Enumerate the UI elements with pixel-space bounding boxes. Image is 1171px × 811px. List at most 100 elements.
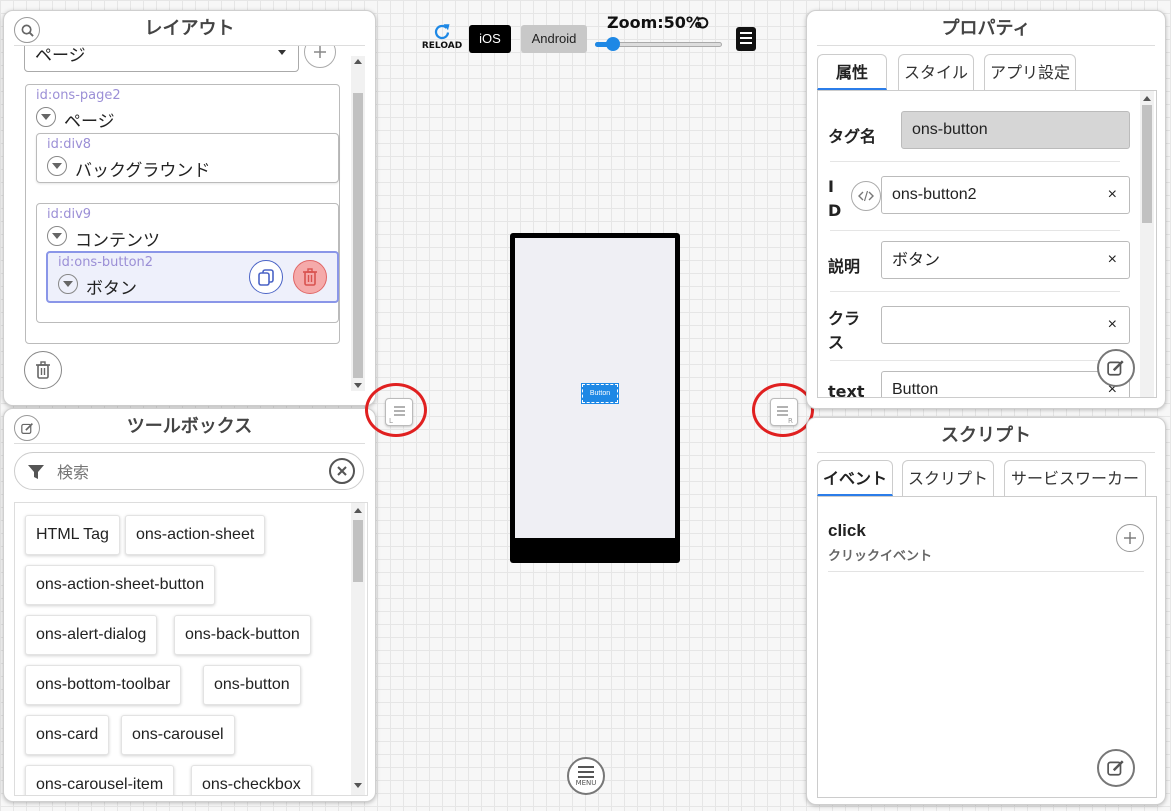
collapse-toggle-icon[interactable] (47, 226, 67, 246)
collapse-toggle-icon[interactable] (47, 156, 67, 176)
toolbox-item[interactable]: ons-card (25, 715, 110, 755)
menu-button[interactable]: MENU (567, 757, 605, 795)
collapse-toggle-icon[interactable] (58, 274, 78, 294)
toolbox-item[interactable]: ons-action-sheet-button (25, 565, 216, 605)
code-button[interactable] (851, 181, 881, 211)
description-field[interactable]: ボタン × (881, 241, 1130, 279)
clear-class-button[interactable]: × (1108, 307, 1117, 343)
toolbox-item[interactable]: ons-bottom-toolbar (25, 665, 182, 705)
chevron-down-icon (278, 50, 286, 55)
tab-attributes[interactable]: 属性 (817, 54, 887, 90)
scroll-thumb[interactable] (1142, 105, 1152, 223)
toolbox-item[interactable]: ons-checkbox (191, 765, 312, 795)
list-right-icon: R (777, 406, 793, 425)
tab-app-settings[interactable]: アプリ設定 (984, 54, 1076, 90)
tab-service-worker[interactable]: サービスワーカー (1004, 460, 1146, 496)
class-label-1: クラ (828, 309, 861, 328)
right-panel-toggle[interactable]: R (770, 398, 798, 426)
layout-scrollbar[interactable] (351, 56, 365, 391)
reload-icon (434, 24, 450, 40)
scroll-up-arrow-icon[interactable] (354, 508, 362, 513)
scroll-up-arrow-icon[interactable] (1143, 96, 1151, 101)
event-description: クリックイベント (828, 549, 933, 564)
toolbox-list: HTML Tag ons-action-sheet ons-action-she… (14, 502, 368, 796)
tree-node-background[interactable]: id:div8 バックグラウンド (36, 133, 339, 183)
reload-label: RELOAD (421, 41, 463, 51)
trash-icon (303, 268, 317, 286)
toolbox-item[interactable]: ons-carousel-item (25, 765, 175, 795)
duplicate-button[interactable] (249, 260, 283, 294)
text-field[interactable]: Button × (881, 371, 1130, 397)
tab-events[interactable]: イベント (817, 460, 893, 496)
layout-panel-title: レイアウト (144, 18, 235, 39)
toolbox-item[interactable]: ons-action-sheet (125, 515, 266, 555)
filter-icon (28, 465, 44, 479)
event-item: click クリックイベント (818, 497, 1144, 572)
tree-node-page[interactable]: id:ons-page2 ページ id:div8 バックグラウンド id:div… (25, 84, 340, 344)
scroll-up-arrow-icon[interactable] (354, 59, 362, 64)
toolbox-item[interactable]: HTML Tag (25, 515, 120, 555)
scroll-down-arrow-icon[interactable] (354, 383, 362, 388)
plus-icon (314, 46, 326, 58)
properties-body: タグ名 ons-button I D ons-button2 × 説明 ボタン … (817, 90, 1157, 398)
properties-edit-button[interactable] (1097, 349, 1135, 387)
edit-icon (1107, 760, 1124, 776)
toolbox-search (14, 452, 364, 490)
scroll-thumb[interactable] (353, 520, 363, 582)
properties-scrollbar[interactable] (1140, 91, 1154, 397)
phone-preview: Button (510, 233, 680, 563)
toolbox-panel-title: ツールボックス (126, 416, 253, 437)
add-page-button[interactable] (304, 46, 336, 68)
toolbox-item[interactable]: ons-back-button (174, 615, 311, 655)
page-select[interactable]: ページ (24, 46, 299, 72)
class-field[interactable]: × (881, 306, 1130, 344)
trash-icon (36, 361, 50, 379)
delete-node-button[interactable] (293, 260, 327, 294)
reload-button[interactable]: RELOAD (420, 22, 464, 54)
toolbox-item[interactable]: ons-button (203, 665, 301, 705)
toolbox-panel: ツールボックス HTML Tag ons-action-sheet ons-ac… (3, 408, 376, 802)
layout-panel: レイアウト ページ id:ons-page2 ページ id:div8 バックグラ… (3, 10, 376, 406)
script-edit-button[interactable] (1097, 749, 1135, 787)
id-label-1: I (828, 177, 834, 196)
add-event-button[interactable] (1116, 524, 1144, 552)
id-field-value: ons-button2 (892, 186, 977, 203)
divider (817, 45, 1155, 46)
scroll-thumb[interactable] (353, 93, 363, 378)
close-icon (337, 466, 347, 476)
preview-ons-button[interactable]: Button (581, 383, 619, 404)
tag-name-label: タグ名 (828, 127, 877, 146)
delete-page-button[interactable] (24, 351, 62, 389)
properties-panel-title: プロパティ (941, 18, 1031, 39)
left-panel-toggle[interactable]: L (385, 398, 413, 426)
scroll-down-arrow-icon[interactable] (354, 783, 362, 788)
divider (830, 291, 1120, 292)
id-field[interactable]: ons-button2 × (881, 176, 1130, 214)
tree-node-button-selected[interactable]: id:ons-button2 ボタン (46, 251, 339, 303)
copy-icon (258, 269, 274, 286)
collapse-toggle-icon[interactable] (36, 107, 56, 127)
tab-script[interactable]: スクリプト (902, 460, 994, 496)
divider (830, 161, 1120, 162)
toolbox-item[interactable]: ons-carousel (121, 715, 235, 755)
tag-name-field: ons-button (901, 111, 1130, 149)
node-label: ページ (64, 112, 115, 132)
clear-search-button[interactable] (329, 458, 355, 484)
node-label: バックグラウンド (75, 161, 211, 181)
document-icon[interactable] (735, 26, 757, 52)
toolbox-search-input[interactable] (55, 459, 319, 485)
phone-screen[interactable]: Button (515, 238, 675, 538)
ios-button[interactable]: iOS (469, 25, 511, 53)
zoom-reset-icon[interactable] (694, 15, 710, 31)
divider (14, 443, 365, 444)
android-button[interactable]: Android (521, 25, 587, 53)
tab-style[interactable]: スタイル (898, 54, 974, 90)
node-id: id:div8 (47, 137, 92, 152)
clear-description-button[interactable]: × (1108, 242, 1117, 278)
tree-node-content[interactable]: id:div9 コンテンツ id:ons-button2 ボタン (36, 203, 339, 323)
zoom-slider[interactable] (595, 37, 722, 51)
zoom-slider-thumb[interactable] (606, 37, 621, 51)
clear-id-button[interactable]: × (1108, 177, 1117, 213)
toolbox-item[interactable]: ons-alert-dialog (25, 615, 158, 655)
toolbox-scrollbar[interactable] (351, 503, 365, 795)
